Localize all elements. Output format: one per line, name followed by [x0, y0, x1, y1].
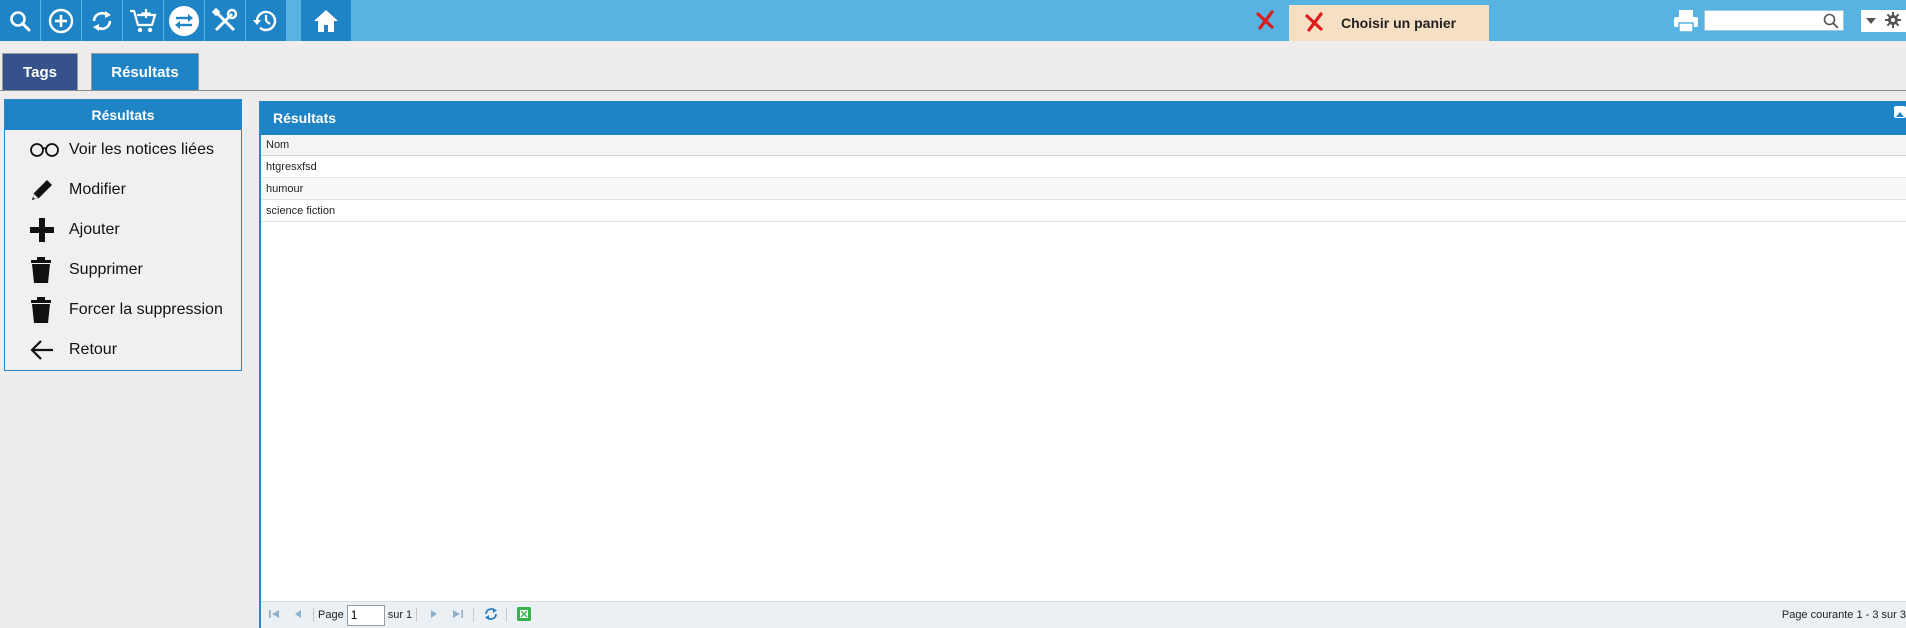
add-to-cart-icon — [128, 7, 158, 35]
search-button[interactable] — [0, 0, 40, 41]
top-toolbar: Choisir un panier — [0, 0, 1906, 41]
back-action[interactable]: Retour — [5, 330, 241, 370]
search-icon — [8, 9, 32, 33]
chevron-up-icon — [1896, 104, 1904, 120]
tools-icon — [211, 7, 239, 35]
tab-resultats[interactable]: Résultats — [91, 53, 199, 91]
trash-icon — [29, 257, 65, 283]
last-page-button[interactable] — [447, 605, 469, 625]
grid-body: htgresxfsd humour science fiction — [261, 156, 1906, 222]
action-label: Modifier — [69, 181, 126, 198]
first-page-button[interactable] — [263, 605, 285, 625]
collapse-grid-button[interactable] — [1894, 106, 1906, 118]
choose-basket-button[interactable]: Choisir un panier — [1289, 5, 1489, 41]
print-button[interactable] — [1672, 9, 1700, 36]
glasses-icon — [29, 142, 65, 158]
pager-separator — [416, 608, 418, 622]
tab-tags[interactable]: Tags — [2, 53, 78, 91]
home-icon — [312, 8, 340, 34]
next-page-button[interactable] — [423, 605, 445, 625]
action-label: Retour — [69, 341, 118, 358]
action-label: Supprimer — [69, 261, 143, 278]
history-icon — [252, 7, 280, 35]
pencil-icon — [29, 177, 65, 203]
grid-title: Résultats — [273, 110, 337, 126]
first-page-icon — [268, 608, 280, 623]
printer-icon — [1672, 10, 1700, 36]
table-cell: htgresxfsd — [266, 160, 317, 173]
last-page-icon — [452, 608, 464, 623]
tools-button[interactable] — [205, 0, 245, 41]
tab-tags-label: Tags — [23, 63, 57, 81]
grid-header: Résultats — [261, 101, 1906, 135]
page-number-input[interactable] — [346, 604, 385, 626]
actions-panel: Résultats Voir les notices liées Modifie… — [4, 99, 242, 371]
switch-button[interactable] — [164, 0, 204, 41]
chevron-down-icon — [1865, 14, 1876, 28]
page-info: Page courante 1 - 3 sur 3 — [1781, 609, 1906, 621]
pager: Page sur 1 Page courante 1 - 3 sur 3 — [261, 601, 1906, 628]
plus-icon — [29, 217, 65, 243]
view-linked-records-action[interactable]: Voir les notices liées — [5, 130, 241, 170]
edit-action[interactable]: Modifier — [5, 170, 241, 210]
swap-icon — [169, 5, 199, 36]
action-label: Voir les notices liées — [69, 141, 214, 158]
history-button[interactable] — [246, 0, 286, 41]
pager-separator — [313, 608, 314, 622]
action-label: Forcer la suppression — [69, 301, 223, 318]
force-delete-action[interactable]: Forcer la suppression — [5, 290, 241, 330]
home-button[interactable] — [301, 0, 351, 41]
cancel-x-icon — [1303, 11, 1325, 36]
clear-basket-button[interactable] — [1252, 8, 1278, 34]
basket-label: Choisir un panier — [1341, 15, 1457, 31]
pager-separator — [473, 608, 475, 622]
delete-action[interactable]: Supprimer — [5, 250, 241, 290]
actions-panel-title: Résultats — [5, 100, 241, 130]
table-row[interactable]: science fiction — [261, 200, 1906, 222]
table-cell: humour — [266, 182, 304, 195]
cart-button[interactable] — [123, 0, 163, 41]
search-input[interactable] — [1705, 11, 1817, 30]
refresh-button[interactable] — [82, 0, 122, 41]
tabs-divider — [0, 90, 1906, 91]
arrow-left-icon — [29, 338, 65, 362]
search-field — [1704, 10, 1844, 31]
table-row[interactable]: humour — [261, 178, 1906, 200]
table-row[interactable]: htgresxfsd — [261, 156, 1906, 178]
table-cell: science fiction — [266, 204, 336, 217]
add-button[interactable] — [41, 0, 81, 41]
refresh-icon — [89, 8, 115, 34]
reload-button[interactable] — [480, 605, 502, 625]
page-count-label: sur 1 — [387, 609, 413, 621]
column-header-label: Nom — [266, 139, 290, 151]
prev-page-icon — [292, 608, 304, 623]
add-action[interactable]: Ajouter — [5, 210, 241, 250]
spreadsheet-export-icon — [517, 606, 532, 624]
page-label: Page — [318, 609, 344, 621]
trash-icon — [29, 297, 65, 323]
prev-page-button[interactable] — [287, 605, 309, 625]
results-grid: Résultats Nom htgresxfsd humour science … — [259, 101, 1906, 628]
plus-circle-icon — [47, 7, 75, 35]
settings-menu-button[interactable] — [1861, 10, 1906, 32]
cancel-x-icon — [1254, 9, 1276, 34]
pager-separator — [506, 608, 508, 622]
tab-resultats-label: Résultats — [111, 63, 179, 81]
search-icon[interactable] — [1822, 12, 1840, 33]
gear-icon — [1885, 11, 1902, 31]
column-header-nom[interactable]: Nom — [261, 135, 1906, 156]
export-button[interactable] — [513, 605, 535, 625]
refresh-icon — [484, 607, 498, 624]
next-page-icon — [428, 608, 440, 623]
action-label: Ajouter — [69, 221, 120, 238]
